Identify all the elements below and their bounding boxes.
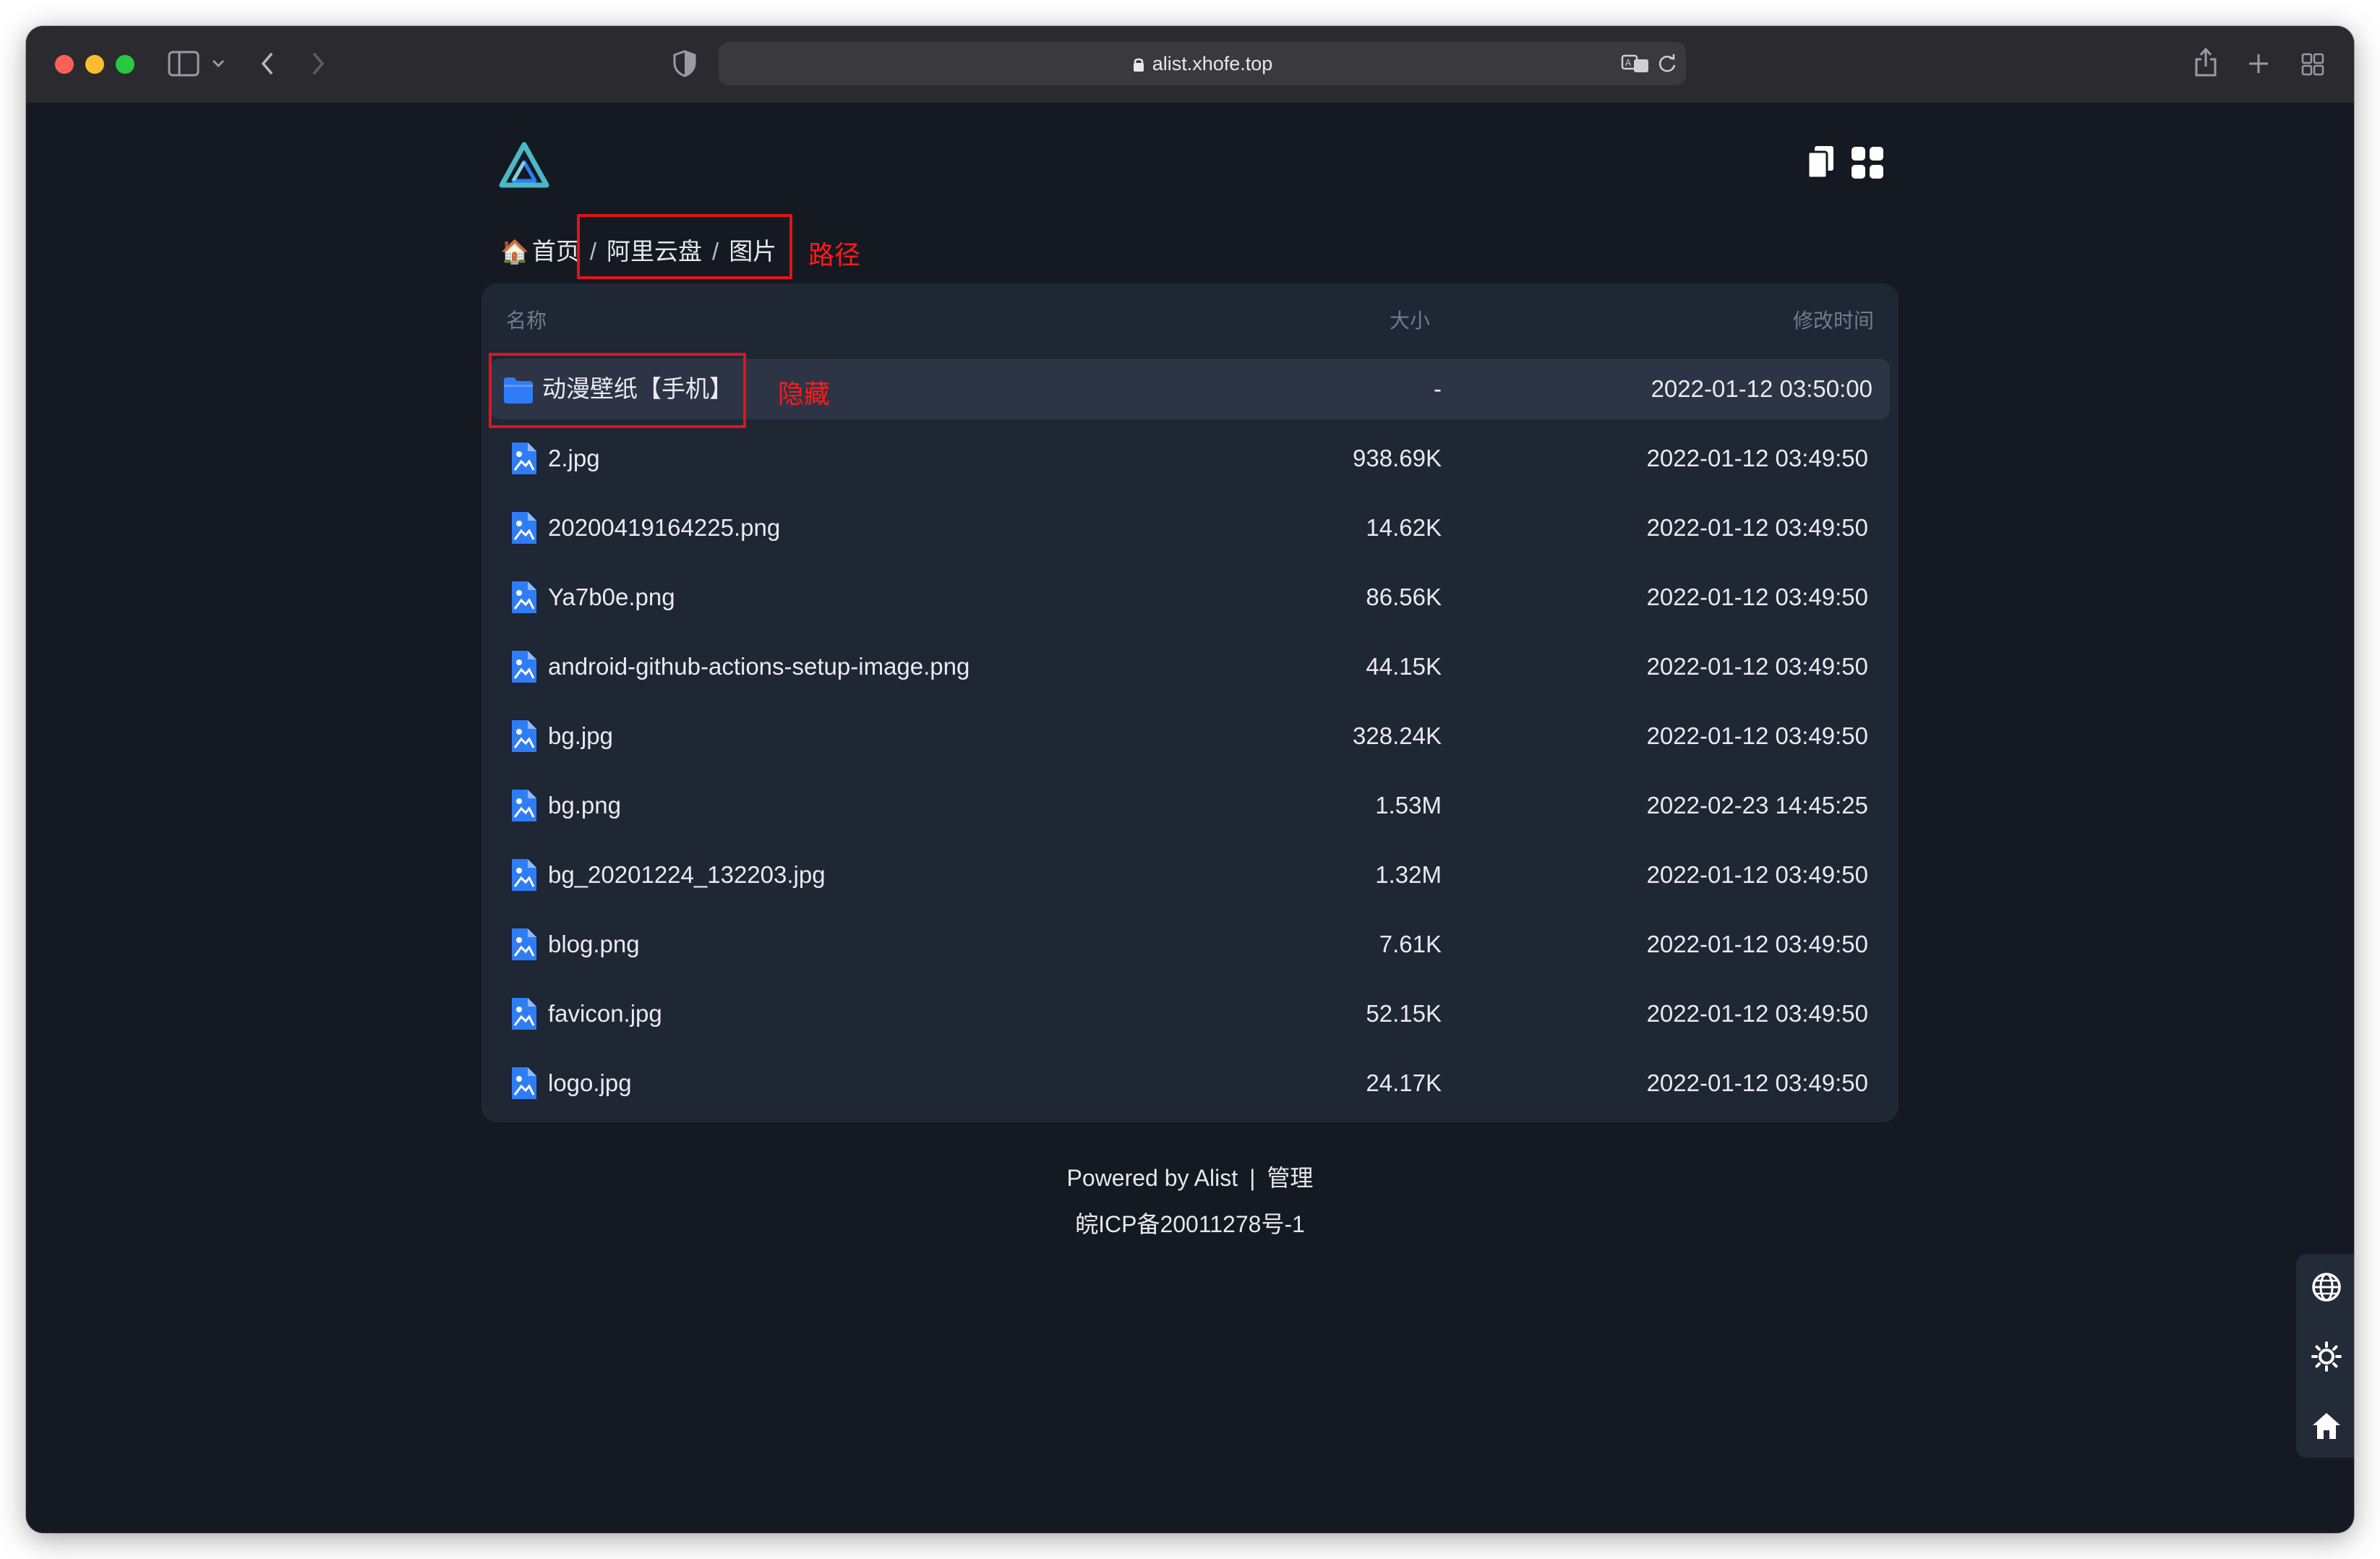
alist-logo-icon[interactable]	[499, 140, 549, 191]
file-name: Ya7b0e.png	[548, 584, 675, 610]
table-row[interactable]: blog.png 7.61K 2022-01-12 03:49:50	[490, 914, 1890, 975]
file-modified: 2022-01-12 03:49:50	[1646, 445, 1868, 471]
home-emoji-icon: 🏠	[500, 239, 529, 265]
file-modified: 2022-01-12 03:49:50	[1646, 861, 1868, 888]
file-modified: 2022-02-23 14:45:25	[1646, 792, 1868, 819]
image-file-icon	[512, 651, 536, 683]
svg-text:A: A	[1625, 58, 1632, 68]
image-file-icon	[512, 998, 536, 1030]
lock-icon	[1133, 58, 1144, 72]
file-modified: 2022-01-12 03:49:50	[1646, 584, 1868, 610]
new-tab-icon[interactable]	[2247, 52, 2270, 75]
breadcrumb-home[interactable]: 首页	[532, 230, 580, 273]
file-size: 52.15K	[1366, 1000, 1442, 1027]
file-modified: 2022-01-12 03:49:50	[1646, 514, 1868, 541]
image-file-icon	[512, 581, 536, 613]
admin-link[interactable]: 管理	[1267, 1165, 1313, 1191]
file-name: 2.jpg	[548, 445, 600, 471]
file-size: 1.32M	[1375, 861, 1442, 888]
file-name: logo.jpg	[548, 1069, 632, 1096]
zoom-window-button[interactable]	[116, 55, 134, 74]
file-name: favicon.jpg	[548, 1000, 662, 1027]
file-name: blog.png	[548, 931, 640, 957]
share-icon[interactable]	[2193, 46, 2218, 78]
file-modified: 2022-01-12 03:49:50	[1646, 931, 1868, 957]
file-name: 20200419164225.png	[548, 514, 781, 541]
file-name: bg.jpg	[548, 722, 613, 749]
address-text: alist.xhofe.top	[719, 42, 1686, 85]
image-file-icon	[512, 928, 536, 960]
footer-powered: Powered by Alist | 管理	[26, 1160, 2354, 1193]
privacy-shield-icon[interactable]	[672, 49, 697, 78]
browser-toolbar: alist.xhofe.top A	[26, 26, 2354, 104]
file-size: -	[1434, 375, 1442, 402]
file-name: bg.png	[548, 792, 621, 819]
table-row[interactable]: 20200419164225.png 14.62K 2022-01-12 03:…	[490, 497, 1890, 558]
column-header-modified[interactable]: 修改时间	[1793, 305, 1874, 334]
table-header: 名称 大小 修改时间	[481, 283, 1899, 353]
file-size: 14.62K	[1366, 514, 1442, 541]
path-annotation-label: 路径	[808, 240, 861, 270]
globe-icon[interactable]	[2311, 1271, 2342, 1303]
file-modified: 2022-01-12 03:50:00	[1651, 375, 1872, 402]
grid-view-icon[interactable]	[1851, 146, 1884, 179]
copy-icon[interactable]	[1806, 145, 1835, 179]
table-row[interactable]: 2.jpg 938.69K 2022-01-12 03:49:50	[490, 428, 1890, 489]
page-content: 🏠 首页 / 阿里云盘 / 图片 路径 名称 大小 修改时间 动漫壁纸【手机】 - 202…	[26, 104, 2354, 1533]
home-icon[interactable]	[2311, 1410, 2342, 1442]
forward-icon[interactable]	[309, 51, 327, 77]
file-size: 328.24K	[1353, 722, 1442, 749]
browser-window: alist.xhofe.top A 🏠 首页 / 阿里云盘 / 图片 路径 名称…	[26, 26, 2354, 1533]
file-size: 86.56K	[1366, 584, 1442, 610]
floating-toolbar	[2296, 1254, 2354, 1458]
file-size: 44.15K	[1366, 653, 1442, 680]
path-annotation-box	[577, 214, 792, 279]
file-size: 7.61K	[1379, 931, 1442, 957]
table-row[interactable]: bg.png 1.53M 2022-02-23 14:45:25	[490, 775, 1890, 836]
image-file-icon	[512, 790, 536, 821]
image-file-icon	[512, 512, 536, 544]
reload-icon[interactable]	[1657, 54, 1677, 74]
translate-icon[interactable]: A	[1621, 54, 1650, 74]
column-header-name[interactable]: 名称	[506, 305, 547, 334]
column-header-size[interactable]: 大小	[1390, 305, 1430, 334]
image-file-icon	[512, 1067, 536, 1099]
footer-icp: 皖ICP备20011278号-1	[26, 1206, 2354, 1239]
file-size: 938.69K	[1353, 445, 1442, 471]
file-modified: 2022-01-12 03:49:50	[1646, 722, 1868, 749]
image-file-icon	[512, 859, 536, 891]
chevron-down-icon[interactable]	[211, 58, 226, 69]
table-row[interactable]: bg.jpg 328.24K 2022-01-12 03:49:50	[490, 706, 1890, 766]
powered-by-link[interactable]: Powered by Alist	[1067, 1165, 1238, 1191]
url-text: alist.xhofe.top	[1152, 53, 1273, 74]
file-modified: 2022-01-12 03:49:50	[1646, 653, 1868, 680]
sun-icon[interactable]	[2311, 1341, 2342, 1372]
minimize-window-button[interactable]	[85, 55, 104, 74]
file-name: bg_20201224_132203.jpg	[548, 861, 826, 888]
icp-link[interactable]: 皖ICP备20011278号-1	[1075, 1211, 1305, 1237]
file-modified: 2022-01-12 03:49:50	[1646, 1000, 1868, 1027]
table-row[interactable]: logo.jpg 24.17K 2022-01-12 03:49:50	[490, 1053, 1890, 1114]
file-modified: 2022-01-12 03:49:50	[1646, 1069, 1868, 1096]
table-row[interactable]: favicon.jpg 52.15K 2022-01-12 03:49:50	[490, 983, 1890, 1044]
file-size: 24.17K	[1366, 1069, 1442, 1096]
hidden-annotation-box	[489, 353, 746, 428]
table-row[interactable]: Ya7b0e.png 86.56K 2022-01-12 03:49:50	[490, 567, 1890, 628]
image-file-icon	[512, 443, 536, 474]
file-name: android-github-actions-setup-image.png	[548, 653, 970, 680]
sidebar-toggle-icon[interactable]	[168, 51, 200, 77]
table-row[interactable]: android-github-actions-setup-image.png 4…	[490, 636, 1890, 697]
footer-separator: |	[1249, 1165, 1256, 1191]
image-file-icon	[512, 720, 536, 752]
tab-overview-icon[interactable]	[2300, 52, 2325, 77]
table-row[interactable]: bg_20201224_132203.jpg 1.32M 2022-01-12 …	[490, 845, 1890, 905]
back-icon[interactable]	[259, 51, 276, 77]
close-window-button[interactable]	[55, 55, 74, 74]
hidden-annotation-label: 隐藏	[778, 379, 831, 409]
file-size: 1.53M	[1375, 792, 1442, 819]
address-bar[interactable]: alist.xhofe.top A	[719, 42, 1686, 85]
